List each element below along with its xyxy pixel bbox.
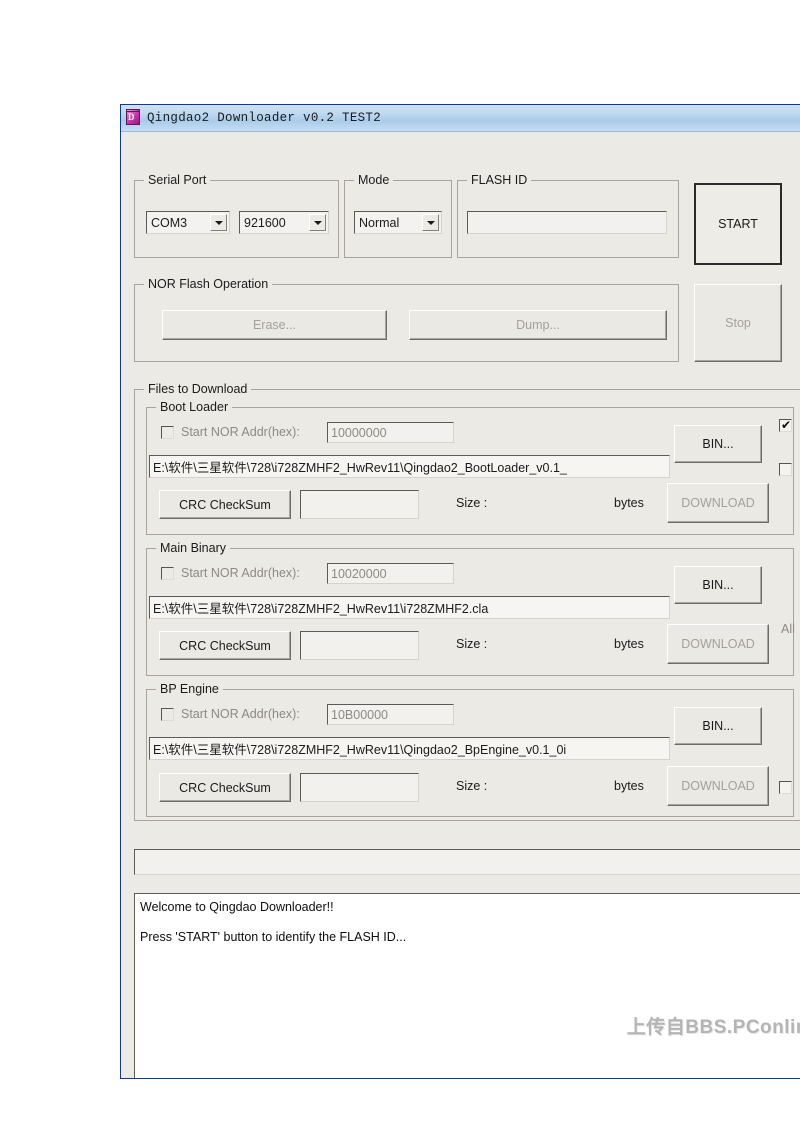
bp-engine-download-label: DOWNLOAD [681, 779, 755, 793]
log-line-1: Welcome to Qingdao Downloader!! [140, 900, 334, 914]
dump-button: Dump... [409, 310, 667, 340]
boot-loader-bin-label: BIN... [702, 437, 734, 451]
flash-id-group-label: FLASH ID [467, 173, 532, 187]
main-binary-bytes-label: bytes [614, 637, 644, 651]
serial-port-chevron-down-icon[interactable] [210, 214, 227, 231]
baud-rate-chevron-down-icon[interactable] [309, 214, 326, 231]
main-binary-size-label: Size : [456, 637, 488, 651]
boot-loader-path-input[interactable]: E:\软件\三星软件\728\i728ZMHF2_HwRev11\Qingdao… [149, 455, 670, 478]
baud-rate-value: 921600 [244, 215, 286, 230]
bp-engine-size-label: Size : [456, 779, 488, 793]
serial-port-select[interactable]: COM3 [146, 211, 230, 234]
boot-loader-path-value: E:\软件\三星软件\728\i728ZMHF2_HwRev11\Qingdao… [153, 461, 567, 475]
mode-value: Normal [359, 215, 400, 230]
main-binary-addr-checkbox [161, 567, 174, 580]
bp-engine-path-value: E:\软件\三星软件\728\i728ZMHF2_HwRev11\Qingdao… [153, 743, 567, 757]
application-window: D Qingdao2 Downloader v0.2 TEST2 Serial … [120, 104, 800, 1079]
checkmark-icon: ✔ [781, 418, 792, 432]
stop-button-label: Stop [725, 316, 751, 330]
bp-engine-bytes-label: bytes [614, 779, 644, 793]
baud-rate-select[interactable]: 921600 [239, 211, 329, 234]
boot-loader-size-label: Size : [456, 496, 488, 510]
bp-engine-bin-button[interactable]: BIN... [674, 707, 762, 745]
bp-engine-crc-button[interactable]: CRC CheckSum [159, 773, 291, 802]
window-title: Qingdao2 Downloader v0.2 TEST2 [147, 111, 382, 125]
all-checkbox-label: All [781, 622, 795, 636]
start-button[interactable]: START [694, 183, 782, 265]
nor-flash-group-label: NOR Flash Operation [144, 277, 273, 291]
main-binary-download-label: DOWNLOAD [681, 637, 755, 651]
main-binary-crc-button[interactable]: CRC CheckSum [159, 631, 291, 660]
boot-loader-addr-input: 10000000 [327, 422, 454, 443]
bp-engine-addr-checkbox [161, 708, 174, 721]
main-binary-addr-label: Start NOR Addr(hex): [181, 566, 300, 580]
title-bar[interactable]: D Qingdao2 Downloader v0.2 TEST2 [121, 105, 800, 132]
bp-engine-addr-input: 10B00000 [327, 704, 454, 725]
mode-chevron-down-icon[interactable] [422, 214, 439, 231]
log-line-2: Press 'START' button to identify the FLA… [140, 930, 407, 944]
bp-engine-addr-value: 10B00000 [331, 707, 389, 722]
serial-port-value: COM3 [151, 215, 188, 230]
flash-id-input[interactable] [467, 211, 667, 234]
secondary-option-checkbox[interactable] [779, 463, 792, 476]
boot-loader-download-label: DOWNLOAD [681, 496, 755, 510]
mode-group-label: Mode [354, 173, 394, 187]
log-output[interactable]: Welcome to Qingdao Downloader!! Press 'S… [134, 893, 800, 1078]
bp-engine-crc-label: CRC CheckSum [179, 780, 271, 795]
boot-loader-crc-label: CRC CheckSum [179, 497, 271, 512]
mode-select[interactable]: Normal [354, 211, 442, 234]
erase-button: Erase... [162, 310, 387, 340]
boot-loader-addr-label: Start NOR Addr(hex): [181, 425, 300, 439]
start-button-label: START [718, 217, 758, 231]
bp-engine-addr-label: Start NOR Addr(hex): [181, 707, 300, 721]
app-cube-icon: D [124, 109, 142, 127]
bp-engine-path-input[interactable]: E:\软件\三星软件\728\i728ZMHF2_HwRev11\Qingdao… [149, 737, 670, 760]
stop-button: Stop [694, 284, 782, 362]
boot-loader-download-button: DOWNLOAD [667, 483, 769, 523]
status-bar-field [134, 849, 800, 875]
watermark-text: 上传自BBS.PConline [626, 1017, 800, 1038]
bp-engine-crc-value-field[interactable] [300, 773, 419, 802]
bp-engine-download-button: DOWNLOAD [667, 766, 769, 806]
main-binary-crc-label: CRC CheckSum [179, 638, 271, 653]
bp-engine-bin-label: BIN... [702, 719, 734, 733]
main-binary-addr-value: 10020000 [331, 566, 387, 581]
main-binary-path-value: E:\软件\三星软件\728\i728ZMHF2_HwRev11\i728ZMH… [153, 602, 489, 616]
boot-loader-addr-checkbox [161, 426, 174, 439]
main-binary-addr-input: 10020000 [327, 563, 454, 584]
boot-loader-bin-button[interactable]: BIN... [674, 425, 762, 463]
boot-loader-crc-button[interactable]: CRC CheckSum [159, 490, 291, 519]
main-binary-crc-value-field[interactable] [300, 631, 419, 660]
bp-engine-group-label: BP Engine [156, 682, 223, 696]
bp-engine-select-checkbox[interactable] [779, 781, 792, 794]
main-binary-group-label: Main Binary [156, 541, 230, 555]
dump-button-label: Dump... [516, 318, 560, 332]
serial-port-group-label: Serial Port [144, 173, 211, 187]
files-group-label: Files to Download [144, 382, 252, 396]
screenshot-canvas: D Qingdao2 Downloader v0.2 TEST2 Serial … [0, 0, 800, 1132]
app-icon-letter: D [128, 112, 135, 122]
main-binary-path-input[interactable]: E:\软件\三星软件\728\i728ZMHF2_HwRev11\i728ZMH… [149, 596, 670, 619]
boot-loader-addr-value: 10000000 [331, 425, 387, 440]
main-binary-bin-label: BIN... [702, 578, 734, 592]
main-binary-download-button: DOWNLOAD [667, 624, 769, 664]
boot-loader-select-checkbox[interactable]: ✔ [779, 419, 792, 432]
boot-loader-group-label: Boot Loader [156, 400, 233, 414]
main-binary-bin-button[interactable]: BIN... [674, 566, 762, 604]
client-area: Serial Port COM3 921600 Mode Normal FLAS… [121, 132, 800, 1078]
boot-loader-crc-value-field[interactable] [300, 490, 419, 519]
boot-loader-bytes-label: bytes [614, 496, 644, 510]
erase-button-label: Erase... [252, 318, 297, 332]
